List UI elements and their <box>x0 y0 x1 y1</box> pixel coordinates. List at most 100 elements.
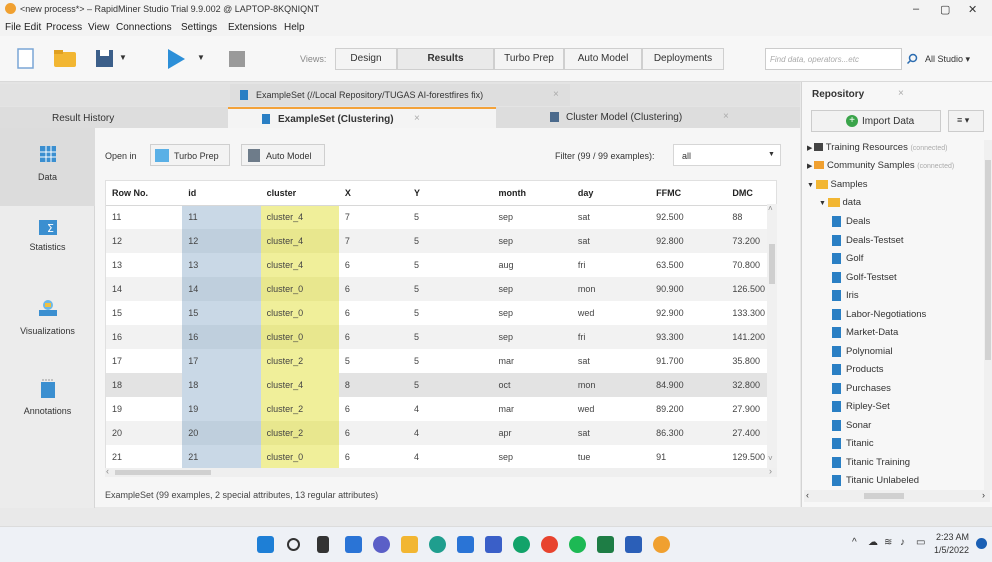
table-cell[interactable]: mon <box>571 373 651 397</box>
repository-item[interactable]: Titanic Training <box>832 456 910 468</box>
close-button[interactable]: ✕ <box>968 3 977 16</box>
column-header[interactable]: day <box>571 181 651 206</box>
column-header[interactable]: DMC <box>726 181 776 206</box>
battery-icon[interactable]: ▭ <box>916 537 925 548</box>
menu-settings[interactable]: Settings <box>181 22 217 33</box>
table-cell[interactable]: 14 <box>182 277 261 301</box>
repository-item[interactable]: Deals-Testset <box>832 234 904 246</box>
menu-help[interactable]: Help <box>284 22 305 33</box>
table-cell[interactable]: 16 <box>182 325 261 349</box>
table-cell[interactable]: aug <box>492 253 571 277</box>
repository-item[interactable]: Deals <box>832 216 870 227</box>
table-cell[interactable]: sep <box>492 301 571 325</box>
tree-item-training-resources[interactable]: ▶ Training Resources (connected) <box>807 142 947 153</box>
minimize-button[interactable]: – <box>913 3 919 15</box>
scrollbar-thumb[interactable] <box>985 160 991 360</box>
wifi-icon[interactable]: ≋ <box>884 537 892 548</box>
table-cell[interactable]: mon <box>571 277 651 301</box>
table-cell[interactable]: apr <box>492 421 572 445</box>
table-cell[interactable]: 4 <box>408 397 493 421</box>
view-auto-model[interactable]: Auto Model <box>564 48 642 70</box>
repository-item[interactable]: Labor-Negotiations <box>832 308 926 320</box>
chevron-up-icon[interactable]: ˄ <box>768 204 773 213</box>
close-icon[interactable]: × <box>723 111 729 122</box>
table-cell[interactable]: mar <box>492 397 571 421</box>
table-row[interactable]: 17 17 cluster_2 5 5 mar sat 91.700 35.800 <box>106 349 776 373</box>
chat-icon[interactable] <box>373 536 390 553</box>
tab-cluster-model[interactable]: Cluster Model (Clustering) × <box>530 107 740 129</box>
table-cell[interactable]: 5 <box>339 349 408 373</box>
table-cell[interactable]: sep <box>492 205 571 229</box>
table-cell[interactable]: sat <box>572 349 650 373</box>
table-row[interactable]: 19 19 cluster_2 6 4 mar wed 89.200 27.900 <box>106 397 776 421</box>
table-cell[interactable]: sat <box>571 421 651 445</box>
table-cell[interactable]: 7 <box>339 205 408 229</box>
table-cell[interactable]: cluster_2 <box>260 397 339 421</box>
column-header[interactable]: FFMC <box>650 181 727 206</box>
tree-item-community-samples[interactable]: ▶ Community Samples (connected) <box>807 160 954 171</box>
table-cell[interactable]: fri <box>571 325 651 349</box>
table-cell[interactable]: 63.500 <box>650 253 726 277</box>
close-icon[interactable]: × <box>414 113 420 124</box>
repository-menu-button[interactable]: ≡ ▾ <box>948 110 984 132</box>
table-cell[interactable]: sep <box>492 325 572 349</box>
menu-connections[interactable]: Connections <box>116 22 172 33</box>
table-cell[interactable]: cluster_4 <box>260 205 339 229</box>
table-cell[interactable]: 6 <box>339 301 408 325</box>
table-cell[interactable]: 12 <box>106 229 183 253</box>
table-cell[interactable]: cluster_4 <box>260 373 339 397</box>
table-cell[interactable]: 12 <box>182 229 261 253</box>
table-row[interactable]: 20 20 cluster_2 6 4 apr sat 86.300 27.400 <box>106 421 776 445</box>
table-row[interactable]: 18 18 cluster_4 8 5 oct mon 84.900 32.800 <box>106 373 776 397</box>
table-cell[interactable]: cluster_0 <box>260 277 339 301</box>
sidebar-item-statistics[interactable]: Σ Statistics <box>0 218 95 268</box>
table-cell[interactable]: cluster_2 <box>260 421 339 445</box>
table-cell[interactable]: 6 <box>339 445 408 469</box>
table-cell[interactable]: 13 <box>106 253 182 277</box>
repository-scrollbar[interactable] <box>984 140 992 490</box>
run-button[interactable] <box>160 46 190 72</box>
table-cell[interactable]: 11 <box>106 205 182 229</box>
table-cell[interactable]: 93.300 <box>650 325 727 349</box>
turbo-prep-button[interactable]: Turbo Prep <box>150 144 230 166</box>
table-cell[interactable]: 7 <box>338 229 408 253</box>
repository-item[interactable]: Market-Data <box>832 327 898 338</box>
table-cell[interactable]: 18 <box>182 373 261 397</box>
column-header[interactable]: id <box>182 181 261 206</box>
table-vertical-scrollbar[interactable]: ˄ ˅ <box>767 204 777 468</box>
table-cell[interactable]: 21 <box>106 445 182 469</box>
mail-icon[interactable] <box>457 536 474 553</box>
table-cell[interactable]: 14 <box>106 277 183 301</box>
chevron-right-icon[interactable]: › <box>769 466 772 476</box>
sidebar-item-visualizations[interactable]: Visualizations <box>0 298 95 348</box>
repository-item[interactable]: Polynomial <box>832 345 892 357</box>
table-row[interactable]: 11 11 cluster_4 7 5 sep sat 92.500 88 <box>106 205 776 229</box>
scrollbar-thumb[interactable] <box>769 244 775 284</box>
table-row[interactable]: 15 15 cluster_0 6 5 sep wed 92.900 133.300 <box>106 301 776 325</box>
tree-item-samples[interactable]: ▼ Samples <box>807 179 867 190</box>
table-cell[interactable]: 86.300 <box>650 421 727 445</box>
windows-start-icon[interactable] <box>257 536 274 553</box>
table-row[interactable]: 14 14 cluster_0 6 5 sep mon 90.900 126.500 <box>106 277 776 301</box>
repository-h-scrollbar[interactable]: ‹ › <box>804 490 990 502</box>
spotify-icon[interactable] <box>569 536 586 553</box>
table-cell[interactable]: 5 <box>407 373 493 397</box>
table-cell[interactable]: mar <box>492 349 571 373</box>
table-cell[interactable]: wed <box>572 301 650 325</box>
rapidminer-icon[interactable] <box>653 536 670 553</box>
menu-process[interactable]: Process <box>46 22 82 33</box>
table-cell[interactable]: 6 <box>339 397 408 421</box>
repository-item[interactable]: Sonar <box>832 419 871 431</box>
repository-item[interactable]: Titanic <box>832 438 874 449</box>
table-cell[interactable]: sat <box>572 205 650 229</box>
table-cell[interactable]: 17 <box>182 349 261 373</box>
table-cell[interactable]: 13 <box>182 253 261 277</box>
menu-file[interactable]: File <box>5 22 21 33</box>
table-cell[interactable]: 92.500 <box>650 205 726 229</box>
table-horizontal-scrollbar[interactable]: ‹ › <box>105 466 777 477</box>
table-cell[interactable]: 4 <box>407 421 493 445</box>
run-dropdown-button[interactable]: ▼ <box>194 46 208 72</box>
table-cell[interactable]: cluster_4 <box>260 229 339 253</box>
table-cell[interactable]: 89.200 <box>650 397 726 421</box>
table-cell[interactable]: 20 <box>182 421 261 445</box>
